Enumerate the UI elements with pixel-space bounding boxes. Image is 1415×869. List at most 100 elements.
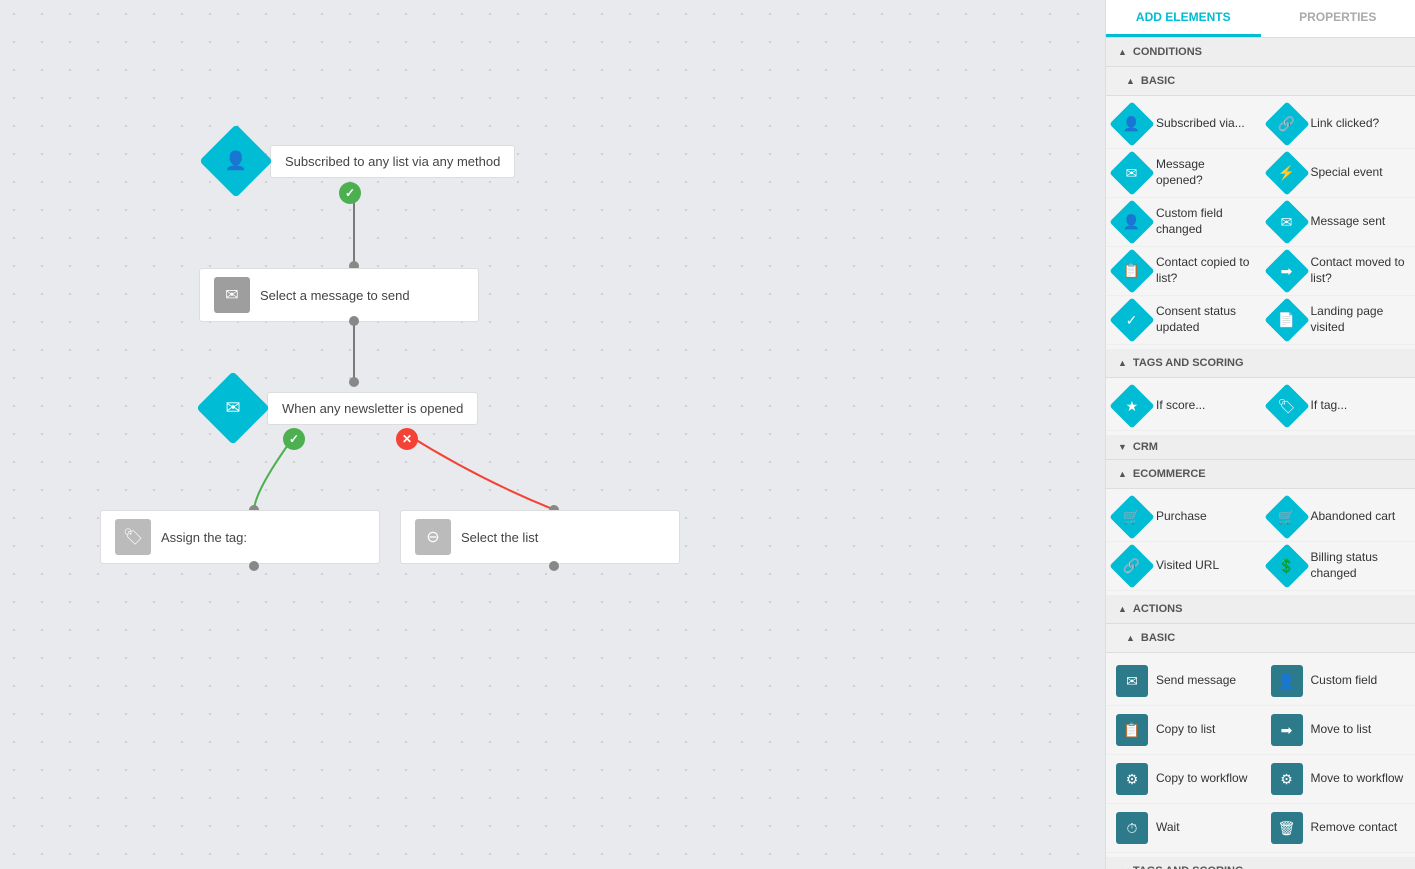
element-copy-to-list[interactable]: 📋 Copy to list	[1106, 706, 1261, 755]
element-billing-status[interactable]: 💲 Billing status changed	[1261, 542, 1415, 591]
actions-basic-header[interactable]: BASIC	[1106, 624, 1415, 653]
yes-badge: ✓	[283, 428, 305, 450]
element-contact-copied[interactable]: 📋 Contact copied to list?	[1106, 247, 1261, 296]
element-move-to-workflow[interactable]: ⚙ Move to workflow	[1261, 755, 1415, 804]
basic-conditions-grid: 👤 Subscribed via... 🔗 Link clicked? ✉ Me…	[1106, 96, 1415, 349]
move-to-list-icon: ➡	[1271, 714, 1303, 746]
subscribed-label: Subscribed to any list via any method	[270, 145, 515, 178]
remove-contact-icon: 🗑	[1271, 812, 1303, 844]
connector-dot-6	[249, 561, 259, 571]
basic-conditions-arrow	[1126, 76, 1135, 86]
tags-grid: ★ If score... 🏷 If tag...	[1106, 378, 1415, 435]
assign-tag-label: Assign the tag:	[161, 530, 247, 545]
subscribed-via-label: Subscribed via...	[1156, 116, 1245, 132]
copy-to-workflow-label: Copy to workflow	[1156, 771, 1247, 787]
message-opened-icon: ✉	[1126, 164, 1138, 181]
visited-url-icon: 🔗	[1123, 558, 1140, 575]
newsletter-label: When any newsletter is opened	[267, 392, 478, 425]
assign-tag-node[interactable]: 🏷 Assign the tag:	[100, 510, 380, 564]
element-wait[interactable]: ⏱ Wait	[1106, 804, 1261, 853]
subscribed-node[interactable]: 👤 Subscribed to any list via any method	[210, 135, 515, 187]
conditions-header[interactable]: CONDITIONS	[1106, 38, 1415, 67]
tags-scoring-arrow	[1118, 358, 1127, 368]
actions-grid: ✉ Send message 👤 Custom field 📋 Copy to …	[1106, 653, 1415, 857]
no-badge: ✕	[396, 428, 418, 450]
if-tag-label: If tag...	[1311, 398, 1348, 414]
if-tag-icon: 🏷	[1278, 398, 1296, 415]
consent-status-icon: ✓	[1126, 311, 1138, 328]
special-event-icon: ⚡	[1278, 165, 1295, 182]
billing-status-label: Billing status changed	[1311, 550, 1406, 581]
element-custom-field[interactable]: 👤 Custom field	[1261, 657, 1415, 706]
element-move-to-list[interactable]: ➡ Move to list	[1261, 706, 1415, 755]
send-message-node[interactable]: ✉ Select a message to send	[199, 268, 479, 322]
message-sent-icon: ✉	[1281, 213, 1293, 230]
select-list-label: Select the list	[461, 530, 538, 545]
element-copy-to-workflow[interactable]: ⚙ Copy to workflow	[1106, 755, 1261, 804]
landing-page-icon: 📄	[1278, 312, 1295, 329]
ecommerce-label: ECOMMERCE	[1133, 468, 1206, 480]
crm-header[interactable]: ▼ CRM	[1106, 435, 1415, 460]
conditions-arrow	[1118, 47, 1127, 57]
copy-to-list-icon: 📋	[1116, 714, 1148, 746]
ecommerce-grid: 🛒 Purchase 🛒 Abandoned cart 🔗 Visited UR…	[1106, 489, 1415, 595]
actions-label: ACTIONS	[1133, 603, 1183, 615]
panel-tabs: ADD ELEMENTS PROPERTIES	[1106, 0, 1415, 38]
tab-properties[interactable]: PROPERTIES	[1261, 0, 1415, 37]
basic-conditions-header[interactable]: BASIC	[1106, 67, 1415, 96]
envelope-icon: ✉	[214, 277, 250, 313]
envelope2-icon: ✉	[225, 398, 240, 419]
custom-field-changed-label: Custom field changed	[1156, 206, 1251, 237]
actions-tags-scoring-label: TAGS AND SCORING	[1133, 865, 1244, 869]
wait-icon: ⏱	[1116, 812, 1148, 844]
actions-arrow	[1118, 604, 1127, 614]
actions-header[interactable]: ACTIONS	[1106, 595, 1415, 624]
element-if-tag[interactable]: 🏷 If tag...	[1261, 382, 1415, 431]
link-clicked-icon: 🔗	[1278, 116, 1295, 133]
purchase-icon: 🛒	[1123, 509, 1140, 526]
send-message-label: Select a message to send	[260, 288, 410, 303]
newsletter-node[interactable]: ✉ When any newsletter is opened	[207, 382, 478, 434]
actions-tags-scoring-header[interactable]: TAGS AND SCORING	[1106, 857, 1415, 869]
link-clicked-label: Link clicked?	[1311, 116, 1380, 132]
tab-add-elements[interactable]: ADD ELEMENTS	[1106, 0, 1261, 37]
right-panel: ADD ELEMENTS PROPERTIES CONDITIONS BASIC…	[1105, 0, 1415, 869]
element-consent-status[interactable]: ✓ Consent status updated	[1106, 296, 1261, 345]
tags-scoring-header[interactable]: TAGS AND SCORING	[1106, 349, 1415, 378]
message-opened-label: Message opened?	[1156, 157, 1251, 188]
element-custom-field-changed[interactable]: 👤 Custom field changed	[1106, 198, 1261, 247]
element-special-event[interactable]: ⚡ Special event	[1261, 149, 1415, 198]
subscribed-via-icon: 👤	[1123, 116, 1140, 133]
move-to-list-label: Move to list	[1311, 722, 1372, 738]
message-sent-label: Message sent	[1311, 214, 1386, 230]
if-score-label: If score...	[1156, 398, 1205, 414]
element-send-message[interactable]: ✉ Send message	[1106, 657, 1261, 706]
element-message-opened[interactable]: ✉ Message opened?	[1106, 149, 1261, 198]
conditions-label: CONDITIONS	[1133, 46, 1202, 58]
element-remove-contact[interactable]: 🗑 Remove contact	[1261, 804, 1415, 853]
connector-dot-2	[349, 316, 359, 326]
user-icon: 👤	[225, 151, 247, 172]
element-link-clicked[interactable]: 🔗 Link clicked?	[1261, 100, 1415, 149]
actions-basic-label: BASIC	[1141, 632, 1175, 644]
element-abandoned-cart[interactable]: 🛒 Abandoned cart	[1261, 493, 1415, 542]
element-purchase[interactable]: 🛒 Purchase	[1106, 493, 1261, 542]
ecommerce-header[interactable]: ECOMMERCE	[1106, 460, 1415, 489]
select-list-node[interactable]: ⊖ Select the list	[400, 510, 680, 564]
special-event-label: Special event	[1311, 165, 1383, 181]
element-subscribed-via[interactable]: 👤 Subscribed via...	[1106, 100, 1261, 149]
element-message-sent[interactable]: ✉ Message sent	[1261, 198, 1415, 247]
contact-moved-icon: ➡	[1281, 262, 1293, 279]
crm-label: CRM	[1133, 441, 1158, 453]
element-contact-moved[interactable]: ➡ Contact moved to list?	[1261, 247, 1415, 296]
connector-lines	[0, 0, 1105, 869]
move-to-workflow-icon: ⚙	[1271, 763, 1303, 795]
workflow-canvas[interactable]: 👤 Subscribed to any list via any method …	[0, 0, 1105, 869]
element-landing-page[interactable]: 📄 Landing page visited	[1261, 296, 1415, 345]
element-visited-url[interactable]: 🔗 Visited URL	[1106, 542, 1261, 591]
copy-to-list-label: Copy to list	[1156, 722, 1215, 738]
contact-copied-icon: 📋	[1123, 263, 1140, 280]
element-if-score[interactable]: ★ If score...	[1106, 382, 1261, 431]
visited-url-label: Visited URL	[1156, 558, 1219, 574]
wait-label: Wait	[1156, 820, 1180, 836]
